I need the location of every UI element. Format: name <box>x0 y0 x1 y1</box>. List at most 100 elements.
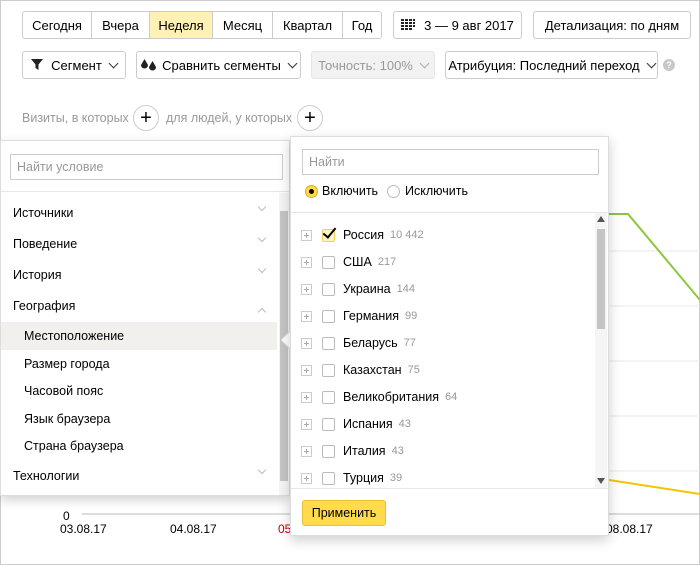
country-checkbox[interactable] <box>322 444 335 458</box>
location-values-panel: Найти Включить Исключить Россия 10 442 С… <box>290 136 610 536</box>
expand-icon[interactable] <box>301 283 312 295</box>
country-name: США <box>343 255 372 269</box>
expand-icon[interactable] <box>301 364 312 376</box>
accuracy-label: Точность: 100% <box>318 57 413 73</box>
plus-icon: + <box>304 107 316 129</box>
geo-item-location[interactable]: Местоположение <box>1 322 277 350</box>
expand-icon[interactable] <box>301 229 312 241</box>
category-behavior[interactable]: Поведение <box>1 230 277 258</box>
visits-condition-text: Визиты, в которых <box>22 111 129 125</box>
country-name: Италия <box>343 444 386 458</box>
chevron-down-icon <box>257 465 267 475</box>
apply-button[interactable]: Применить <box>302 500 386 526</box>
detail-dropdown[interactable]: Детализация: по дням <box>533 11 691 39</box>
chevron-down-icon <box>419 58 430 68</box>
geo-item-label: Размер города <box>24 357 110 371</box>
expand-icon[interactable] <box>301 472 312 484</box>
category-label: Поведение <box>13 237 78 251</box>
y-axis-zero-label: 0 <box>63 509 70 523</box>
period-yesterday-button[interactable]: Вчера <box>92 12 150 38</box>
country-checkbox[interactable] <box>322 228 335 242</box>
expand-icon[interactable] <box>301 310 312 322</box>
period-today-button[interactable]: Сегодня <box>23 12 92 38</box>
date-range-button[interactable]: 3 — 9 авг 2017 <box>393 11 522 39</box>
country-row-spain[interactable]: Испания 43 <box>301 411 591 437</box>
expand-icon[interactable] <box>301 391 312 403</box>
chevron-up-icon <box>257 307 267 317</box>
chevron-down-icon <box>108 58 119 68</box>
expand-icon[interactable] <box>301 337 312 349</box>
country-name: Испания <box>343 417 393 431</box>
country-checkbox[interactable] <box>322 363 335 377</box>
country-row-kazakhstan[interactable]: Казахстан 75 <box>301 357 591 383</box>
country-row-uk[interactable]: Великобритания 64 <box>301 384 591 410</box>
geo-item-city-size[interactable]: Размер города <box>1 350 277 378</box>
location-search-input[interactable]: Найти <box>302 149 599 175</box>
country-row-belarus[interactable]: Беларусь 77 <box>301 330 591 356</box>
country-checkbox[interactable] <box>322 417 335 431</box>
geo-item-browser-country[interactable]: Страна браузера <box>1 432 277 460</box>
condition-search-input[interactable]: Найти условие <box>10 154 283 180</box>
geo-item-timezone[interactable]: Часовой пояс <box>1 377 277 405</box>
country-row-usa[interactable]: США 217 <box>301 249 591 275</box>
chevron-down-icon <box>257 264 267 274</box>
category-geography[interactable]: География <box>1 292 277 320</box>
compare-segments-button[interactable]: Сравнить сегменты <box>136 51 301 79</box>
date-range-label: 3 — 9 авг 2017 <box>424 17 514 33</box>
country-checkbox[interactable] <box>322 471 335 485</box>
chevron-down-icon <box>257 233 267 243</box>
filter-icon <box>31 59 44 70</box>
chevron-down-icon <box>646 58 657 68</box>
calendar-icon <box>401 19 416 30</box>
help-icon[interactable]: ? <box>663 59 675 71</box>
country-scrollbar[interactable] <box>595 213 607 488</box>
country-checkbox[interactable] <box>322 336 335 350</box>
geo-item-label: Язык браузера <box>24 412 111 426</box>
country-checkbox[interactable] <box>322 255 335 269</box>
accuracy-dropdown[interactable]: Точность: 100% <box>311 51 435 79</box>
include-radio[interactable] <box>305 185 318 198</box>
category-label: Технологии <box>13 469 80 483</box>
country-row-germany[interactable]: Германия 99 <box>301 303 591 329</box>
country-checkbox[interactable] <box>322 309 335 323</box>
plus-icon: + <box>140 107 152 129</box>
geo-item-browser-language[interactable]: Язык браузера <box>1 405 277 433</box>
country-row-italy[interactable]: Италия 43 <box>301 438 591 464</box>
add-visit-condition-button[interactable]: + <box>133 105 159 131</box>
period-year-button[interactable]: Год <box>343 12 381 38</box>
category-history[interactable]: История <box>1 261 277 289</box>
country-checkbox[interactable] <box>322 282 335 296</box>
country-name: Великобритания <box>343 390 439 404</box>
country-checkbox[interactable] <box>322 390 335 404</box>
include-label: Включить <box>322 184 379 198</box>
category-technologies[interactable]: Технологии <box>1 462 277 490</box>
country-count: 99 <box>405 310 418 322</box>
attribution-dropdown[interactable]: Атрибуция: Последний переход <box>445 51 658 79</box>
period-quarter-button[interactable]: Квартал <box>273 12 343 38</box>
scroll-down-icon[interactable] <box>597 478 605 484</box>
add-people-condition-button[interactable]: + <box>297 105 323 131</box>
scrollbar-thumb[interactable] <box>597 229 605 329</box>
category-sources[interactable]: Источники <box>1 199 277 227</box>
country-row-russia[interactable]: Россия 10 442 <box>301 222 591 248</box>
chevron-down-icon <box>257 202 267 212</box>
period-month-button[interactable]: Месяц <box>213 12 273 38</box>
expand-icon[interactable] <box>301 445 312 457</box>
country-count: 10 442 <box>390 229 424 241</box>
chevron-down-icon <box>287 58 298 68</box>
country-row-ukraine[interactable]: Украина 144 <box>301 276 591 302</box>
country-name: Беларусь <box>343 336 398 350</box>
expand-icon[interactable] <box>301 418 312 430</box>
category-label: География <box>13 299 76 313</box>
country-count: 75 <box>407 364 420 376</box>
compare-icon <box>141 59 157 71</box>
segment-button[interactable]: Сегмент <box>22 51 126 79</box>
period-week-button[interactable]: Неделя <box>150 12 213 38</box>
expand-icon[interactable] <box>301 256 312 268</box>
scroll-up-icon[interactable] <box>597 216 605 222</box>
country-name: Россия <box>343 228 384 242</box>
country-name: Казахстан <box>343 363 402 377</box>
divider <box>291 212 610 213</box>
exclude-radio[interactable] <box>387 185 400 198</box>
series-line-green <box>609 213 700 301</box>
